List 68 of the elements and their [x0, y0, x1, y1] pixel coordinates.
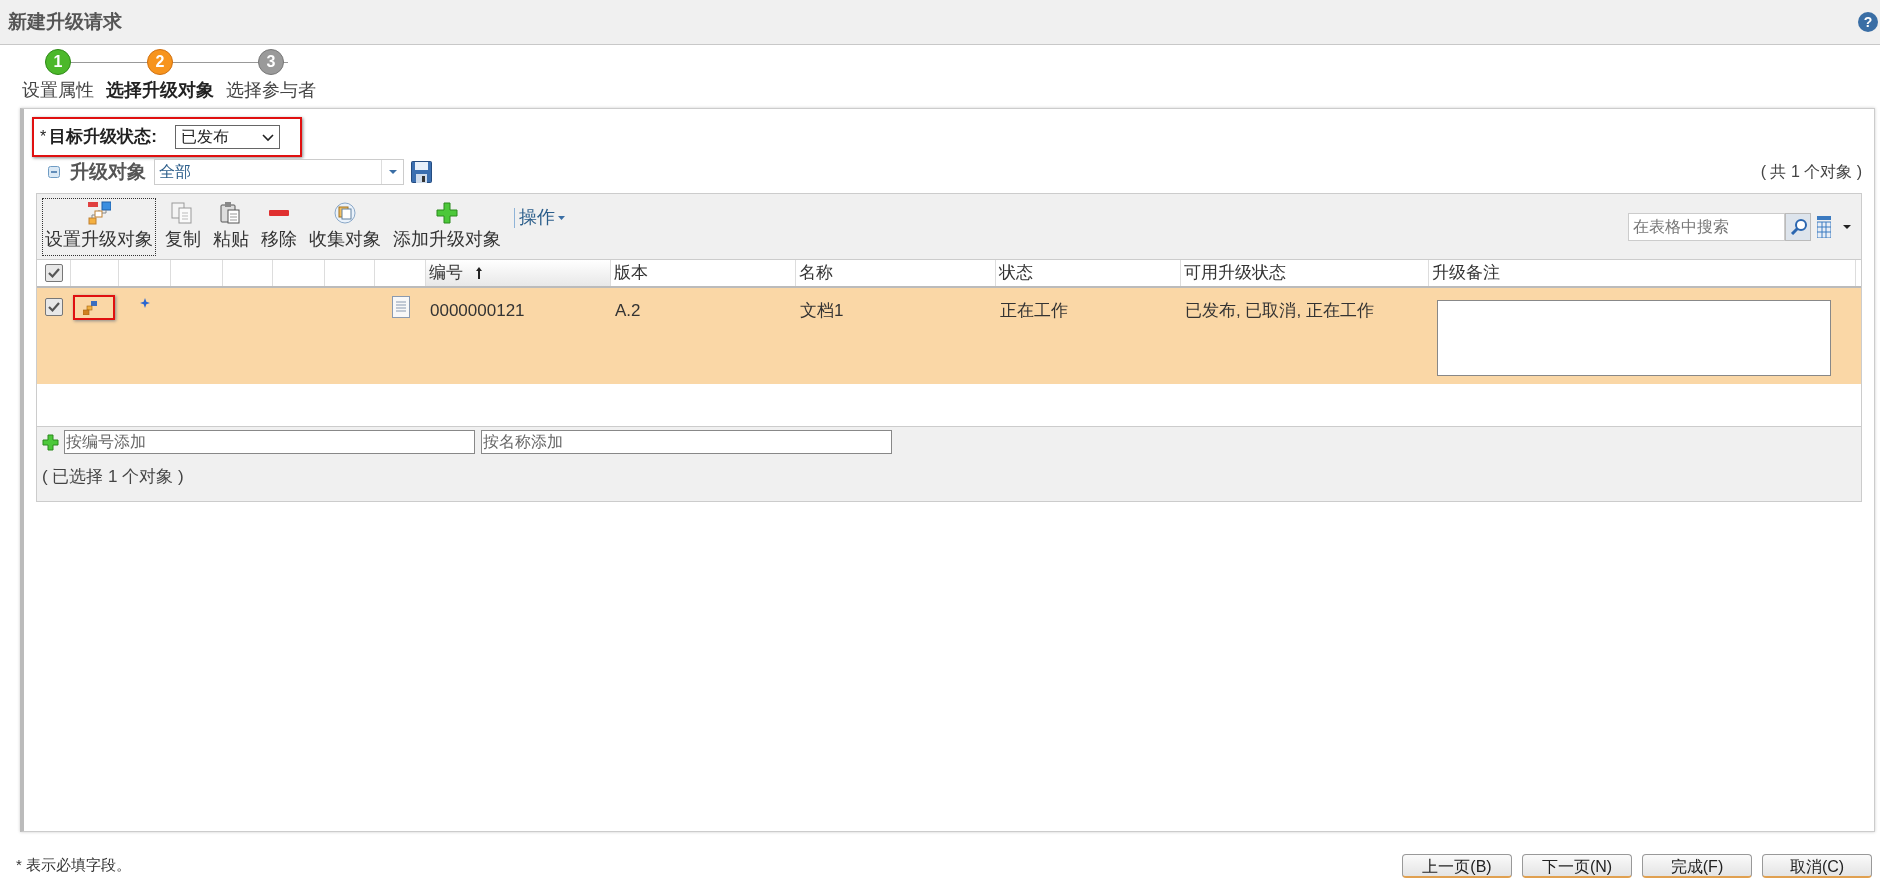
state-dropdown[interactable]: 已发布 — [174, 125, 280, 149]
checkbox[interactable] — [45, 298, 63, 316]
collapse-icon[interactable] — [48, 166, 60, 178]
hierarchy-icon — [87, 200, 111, 225]
step-number: 1 — [45, 49, 71, 75]
table-cell-text: 文档1 — [799, 300, 845, 322]
toolbar-button[interactable]: 粘贴 — [210, 197, 252, 256]
toolbar-button[interactable]: 移除 — [258, 197, 300, 256]
chevron-down-icon — [261, 132, 274, 142]
selection-status: ( 已选择 1 个对象 ) — [42, 466, 184, 488]
step-number: 2 — [147, 49, 173, 75]
wizard-button[interactable]: 下一页(N) — [1522, 853, 1632, 878]
save-icon[interactable] — [411, 161, 432, 183]
table-cell-text: 已发布, 已取消, 正在工作 — [1184, 300, 1375, 322]
toolbar-button[interactable]: 收集对象 — [306, 197, 384, 256]
filter-dropdown[interactable]: 全部 — [154, 159, 404, 185]
column-header[interactable]: 升级备注 — [1429, 260, 1856, 286]
column-header[interactable]: 编号 — [426, 260, 611, 286]
add-by-name-field[interactable]: 按名称添加 — [481, 430, 892, 454]
note-field[interactable] — [1437, 300, 1831, 376]
sort-ascending-icon — [475, 266, 483, 280]
table-row[interactable]: 0000000121 A.2 文档1 正在工作 已发布, 已取消, 正在工作 — [37, 288, 1861, 384]
checkbox[interactable] — [44, 264, 63, 282]
table-icon — [1817, 215, 1831, 238]
stack-icon — [333, 200, 357, 225]
minus-icon — [269, 209, 289, 216]
plus-icon — [42, 433, 59, 451]
sparkle-icon — [140, 298, 150, 308]
wizard-button[interactable]: 上一页(B) — [1402, 853, 1512, 878]
column-header[interactable]: 名称 — [796, 260, 996, 286]
copy-icon — [171, 200, 195, 225]
paste-icon — [219, 200, 243, 225]
column-header[interactable]: 状态 — [996, 260, 1181, 286]
plus-icon — [435, 200, 459, 225]
check-icon — [46, 266, 61, 280]
columns-menu[interactable] — [1817, 215, 1851, 238]
required-mark: * — [40, 127, 47, 147]
caret-icon — [558, 215, 565, 220]
required-note: * 表示必填字段。 — [16, 855, 131, 876]
field-label: 目标升级状态: — [49, 126, 157, 149]
table-cell-text: 正在工作 — [999, 300, 1069, 322]
step-label: 选择参与者 — [226, 79, 316, 102]
add-by-number-field[interactable]: 按编号添加 — [64, 430, 475, 454]
search-icon — [1789, 218, 1807, 235]
step-label: 设置属性 — [22, 79, 94, 102]
search-button[interactable] — [1785, 212, 1811, 241]
column-header[interactable]: 版本 — [611, 260, 796, 286]
hierarchy-icon — [83, 300, 97, 315]
wizard-button[interactable]: 完成(F) — [1642, 853, 1752, 878]
table-cell-text: A.2 — [614, 300, 642, 322]
toolbar-button[interactable]: 设置升级对象 — [42, 197, 156, 256]
step-label: 选择升级对象 — [106, 79, 214, 102]
toolbar-button[interactable]: 复制 — [162, 197, 204, 256]
object-count: ( 共 1 个对象 ) — [1760, 162, 1862, 182]
toolbar-button[interactable]: 添加升级对象 — [390, 197, 504, 256]
check-icon — [47, 300, 61, 314]
wizard-button[interactable]: 取消(C) — [1762, 853, 1872, 878]
table-cell-text: 0000000121 — [429, 300, 526, 322]
help-button[interactable]: ? — [1858, 12, 1878, 32]
document-icon — [391, 296, 410, 318]
step-number: 3 — [258, 49, 284, 75]
caret-icon — [388, 170, 397, 174]
caret-icon — [1843, 224, 1851, 229]
window-title: 新建升级请求 — [8, 9, 122, 34]
column-header[interactable]: 可用升级状态 — [1181, 260, 1429, 286]
section-title: 升级对象 — [70, 159, 146, 184]
search-field[interactable]: 在表格中搜索 — [1628, 212, 1785, 241]
actions-menu[interactable]: 操作 — [519, 204, 565, 231]
